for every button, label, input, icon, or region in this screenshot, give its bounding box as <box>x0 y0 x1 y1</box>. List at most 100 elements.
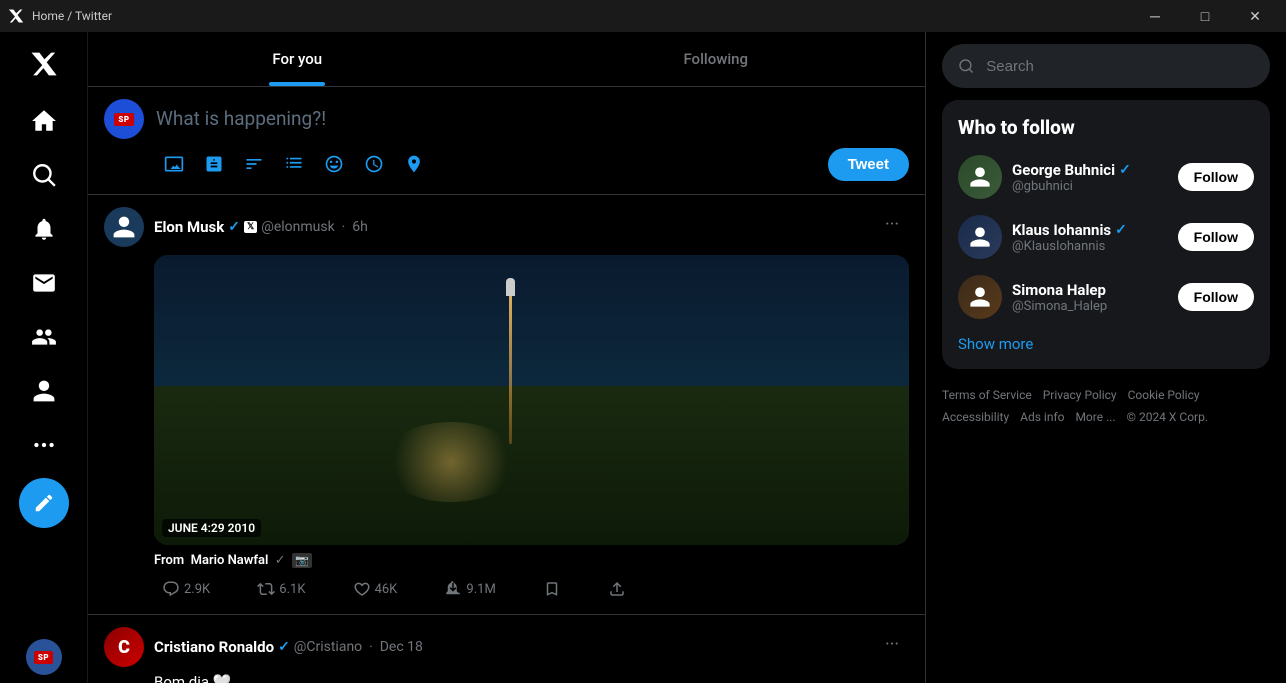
twitter-favicon-icon <box>8 8 24 24</box>
tweet-name-row: Elon Musk ✓ 𝕏 @elonmusk · 6h <box>154 218 368 236</box>
composer-actions: Tweet <box>156 146 909 182</box>
sidebar-item-explore[interactable] <box>19 150 69 200</box>
tweet-button[interactable]: Tweet <box>828 148 909 181</box>
reply-icon <box>162 580 180 598</box>
who-to-follow-title: Who to follow <box>958 116 1254 139</box>
tweet-image: JUNE 4:29 2010 <box>154 255 909 545</box>
follow-item-klausiohannis[interactable]: Klaus Iohannis ✓ @KlausIohannis Follow <box>958 215 1254 259</box>
tweet-author: Elon Musk ✓ 𝕏 @elonmusk · 6h <box>104 207 368 247</box>
retweet-button[interactable]: 6.1K <box>249 576 313 602</box>
sidebar: SP <box>0 32 88 683</box>
follow-left-gbuhnici: George Buhnici ✓ @gbuhnici <box>958 155 1131 199</box>
bookmark-button[interactable] <box>535 576 569 602</box>
sidebar-item-home[interactable] <box>19 96 69 146</box>
add-location-button[interactable] <box>396 146 432 182</box>
follow-name-gbuhnici: George Buhnici ✓ <box>1012 161 1131 179</box>
launch-pad <box>381 422 521 502</box>
main-feed: For you Following SP What is happening?! <box>88 32 926 683</box>
accessibility-link[interactable]: Accessibility <box>942 410 1009 424</box>
follow-button-klausiohannis[interactable]: Follow <box>1178 223 1254 251</box>
app-body: SP For you Following SP What is happenin… <box>0 32 1286 683</box>
cristiano-tweet-header: C Cristiano Ronaldo ✓ @Cristiano · Dec 1… <box>104 627 909 667</box>
video-timestamp-badge: JUNE 4:29 2010 <box>162 519 261 537</box>
location-icon <box>404 154 424 174</box>
follow-info-simonahalep: Simona Halep @Simona_Halep <box>1012 281 1107 314</box>
elon-avatar <box>104 207 144 247</box>
follow-button-gbuhnici[interactable]: Follow <box>1178 163 1254 191</box>
follow-handle-simonahalep: @Simona_Halep <box>1012 299 1107 314</box>
title-bar-left: Home / Twitter <box>8 8 112 24</box>
sidebar-item-communities[interactable] <box>19 312 69 362</box>
cookie-link[interactable]: Cookie Policy <box>1128 388 1200 402</box>
follow-avatar-klausiohannis <box>958 215 1002 259</box>
views-button[interactable]: 9.1M <box>436 576 503 602</box>
sidebar-item-notifications[interactable] <box>19 204 69 254</box>
compose-button[interactable] <box>19 478 69 528</box>
follow-info-klausiohannis: Klaus Iohannis ✓ @KlausIohannis <box>1012 221 1127 254</box>
follow-left-klausiohannis: Klaus Iohannis ✓ @KlausIohannis <box>958 215 1127 259</box>
sidebar-item-messages[interactable] <box>19 258 69 308</box>
close-button[interactable]: ✕ <box>1232 0 1278 32</box>
tweet-header: Elon Musk ✓ 𝕏 @elonmusk · 6h ··· <box>104 207 909 247</box>
twitter-logo[interactable] <box>20 40 68 88</box>
maximize-button[interactable]: □ <box>1182 0 1228 32</box>
add-list-button[interactable] <box>276 146 312 182</box>
add-schedule-button[interactable] <box>356 146 392 182</box>
emoji-icon <box>324 154 344 174</box>
composer-placeholder[interactable]: What is happening?! <box>156 99 909 138</box>
cristiano-tweet-content: Bom dia 🤍 <box>154 671 909 683</box>
softpedia-logo-text: SP <box>34 651 53 664</box>
schedule-icon <box>364 154 384 174</box>
follow-item-simonahalep[interactable]: Simona Halep @Simona_Halep Follow <box>958 275 1254 319</box>
tweet-author-info: Elon Musk ✓ 𝕏 @elonmusk · 6h <box>154 218 368 236</box>
footer-links: Terms of Service Privacy Policy Cookie P… <box>942 385 1270 428</box>
share-button[interactable] <box>600 576 634 602</box>
add-emoji-button[interactable] <box>316 146 352 182</box>
rocket-body <box>506 278 515 296</box>
cristiano-author-info: Cristiano Ronaldo ✓ @Cristiano · Dec 18 <box>154 638 423 656</box>
tab-for-you[interactable]: For you <box>88 32 507 86</box>
search-input[interactable] <box>986 58 1254 75</box>
search-bar <box>942 44 1270 88</box>
title-bar-controls: ─ □ ✕ <box>1132 0 1278 32</box>
sidebar-item-more[interactable] <box>19 420 69 470</box>
minimize-button[interactable]: ─ <box>1132 0 1178 32</box>
more-icon <box>31 432 57 458</box>
add-poll-button[interactable] <box>236 146 272 182</box>
tweet-card-cristiano[interactable]: C Cristiano Ronaldo ✓ @Cristiano · Dec 1… <box>88 615 925 683</box>
terms-link[interactable]: Terms of Service <box>942 388 1032 402</box>
more-footer-link[interactable]: More ... <box>1075 410 1115 424</box>
tweet-actions: 2.9K 6.1K 46K 9.1M <box>154 576 634 602</box>
cristiano-tweet-more-button[interactable]: ··· <box>875 627 909 661</box>
tweet-more-button[interactable]: ··· <box>875 207 909 241</box>
show-more-link[interactable]: Show more <box>958 327 1254 353</box>
reply-button[interactable]: 2.9K <box>154 576 218 602</box>
add-gif-button[interactable] <box>196 146 232 182</box>
cristiano-tweet-text: Bom dia 🤍 <box>154 671 909 683</box>
like-button[interactable]: 46K <box>345 576 406 602</box>
title-bar-title: Home / Twitter <box>32 9 112 23</box>
klausiohannis-verified: ✓ <box>1115 222 1127 238</box>
search-icon <box>31 162 57 188</box>
tab-following[interactable]: Following <box>507 32 926 86</box>
cristiano-name-row: Cristiano Ronaldo ✓ @Cristiano · Dec 18 <box>154 638 423 656</box>
follow-button-simonahalep[interactable]: Follow <box>1178 283 1254 311</box>
bird-icon <box>30 50 58 78</box>
bell-icon <box>31 216 57 242</box>
search-bar-icon <box>958 57 974 75</box>
rocket-trail <box>509 284 512 444</box>
from-source-badge: 📷 <box>292 553 312 568</box>
communities-icon <box>31 324 57 350</box>
user-avatar[interactable]: SP <box>26 639 62 675</box>
sidebar-item-profile[interactable] <box>19 366 69 416</box>
tweet-card[interactable]: Elon Musk ✓ 𝕏 @elonmusk · 6h ··· <box>88 195 925 615</box>
from-credit: From Mario Nawfal ✓ 📷 <box>154 553 909 568</box>
image-icon <box>164 154 184 174</box>
gbuhnici-verified: ✓ <box>1119 162 1131 178</box>
ads-info-link[interactable]: Ads info <box>1020 410 1064 424</box>
composer-input-area: What is happening?! <box>156 99 909 182</box>
follow-handle-klausiohannis: @KlausIohannis <box>1012 239 1127 254</box>
follow-item-gbuhnici[interactable]: George Buhnici ✓ @gbuhnici Follow <box>958 155 1254 199</box>
privacy-link[interactable]: Privacy Policy <box>1043 388 1117 402</box>
add-image-button[interactable] <box>156 146 192 182</box>
